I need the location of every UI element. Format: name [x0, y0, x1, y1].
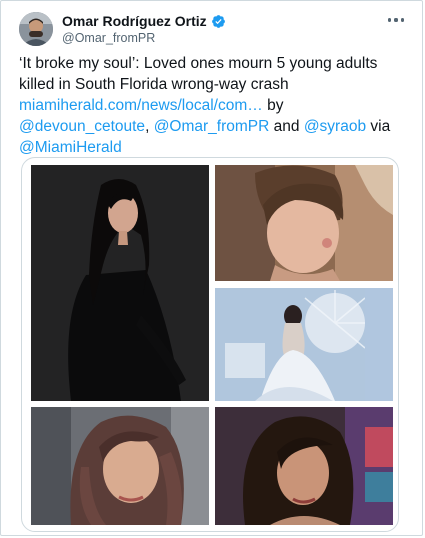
- tweet-card: Omar Rodríguez Ortiz @Omar_fromPR ‘It br…: [0, 0, 423, 536]
- media-grid: [21, 157, 399, 532]
- mention-omar[interactable]: @Omar_fromPR: [154, 118, 270, 135]
- mention-miamiherald[interactable]: @MiamiHerald: [19, 139, 122, 156]
- text-via: via: [366, 118, 391, 135]
- tweet-text-intro: ‘It broke my soul’: Loved ones mourn 5 y…: [19, 55, 378, 93]
- author-name-row[interactable]: Omar Rodríguez Ortiz: [62, 13, 226, 29]
- photo-2[interactable]: [215, 165, 393, 281]
- photo-1[interactable]: [31, 165, 209, 401]
- tweet-text: ‘It broke my soul’: Loved ones mourn 5 y…: [19, 53, 415, 158]
- text-sep: ,: [145, 118, 154, 135]
- photo-3[interactable]: [215, 288, 393, 401]
- photo-4[interactable]: [31, 407, 209, 525]
- mention-syraob[interactable]: @syraob: [304, 118, 366, 135]
- article-link[interactable]: miamiherald.com/news/local/com…: [19, 97, 263, 114]
- author-display-name[interactable]: Omar Rodríguez Ortiz: [62, 13, 207, 29]
- mention-devoun[interactable]: @devoun_cetoute: [19, 118, 145, 135]
- author-avatar[interactable]: [19, 12, 53, 46]
- verified-badge-icon: [211, 14, 225, 28]
- more-options-icon[interactable]: [384, 13, 408, 27]
- photo-5[interactable]: [215, 407, 393, 525]
- author-handle[interactable]: @Omar_fromPR: [62, 31, 155, 45]
- text-by: by: [262, 97, 284, 114]
- text-and: and: [269, 118, 304, 135]
